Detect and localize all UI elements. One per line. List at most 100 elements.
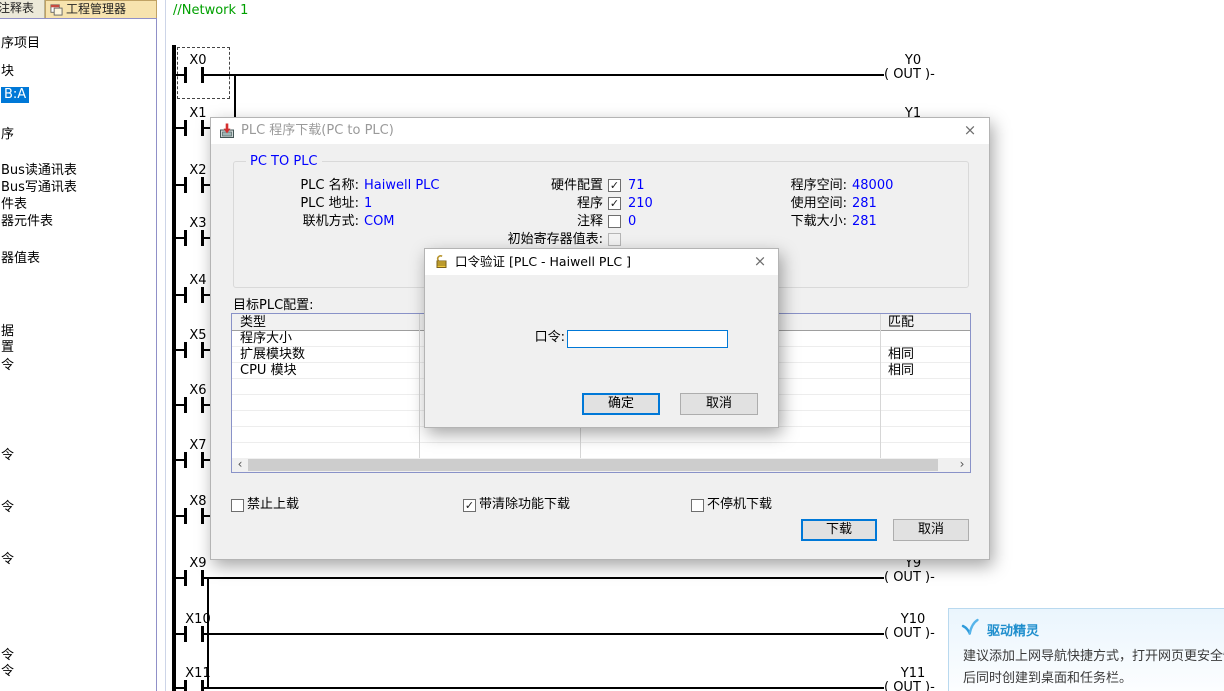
checkbox[interactable]: ✓	[608, 197, 621, 210]
scroll-right-icon[interactable]: ›	[955, 458, 969, 472]
sidebar-item[interactable]: 令	[1, 552, 14, 568]
field-label: PLC 地址:	[251, 196, 359, 212]
download-button[interactable]: 下载	[801, 519, 877, 541]
field-label: 程序	[451, 196, 603, 212]
sidebar-item[interactable]: 据	[1, 324, 14, 340]
rung-wire	[176, 687, 884, 689]
password-dialog-titlebar[interactable]: 口令验证 [PLC - Haiwell PLC ] ×	[425, 249, 778, 275]
ladder-contact[interactable]	[184, 67, 204, 83]
contact-label: X0	[176, 53, 220, 68]
coil-label: Y10	[884, 612, 942, 627]
output-coil[interactable]: ( OUT )-	[884, 680, 935, 691]
sidebar-item[interactable]: 令	[1, 664, 14, 680]
field-value: 281	[852, 196, 877, 212]
table-header-type: 类型	[240, 314, 266, 331]
field-value: 48000	[852, 178, 893, 194]
notification-popup[interactable]: 驱动精灵 建议添加上网导航快捷方式，打开网页更安全快 后同时创建到桌面和任务栏。	[948, 608, 1224, 691]
checkbox[interactable]	[608, 215, 621, 228]
ladder-contact[interactable]	[184, 120, 204, 136]
sidebar-item[interactable]: Bus写通讯表	[1, 180, 77, 196]
sidebar-item[interactable]: 件表	[1, 197, 27, 213]
table-row[interactable]	[232, 443, 970, 459]
ladder-contact[interactable]	[184, 680, 204, 691]
download-icon	[219, 123, 235, 139]
field-label: 程序空间:	[739, 178, 847, 194]
field-value: 0	[628, 214, 636, 230]
password-dialog-title: 口令验证 [PLC - Haiwell PLC ]	[455, 249, 631, 275]
tab-annotation-table[interactable]: 注释表	[0, 0, 45, 18]
rung-wire	[176, 633, 884, 635]
sidebar-item[interactable]: 令	[1, 648, 14, 664]
sidebar-item[interactable]: 令	[1, 448, 14, 464]
project-manager-icon	[50, 3, 63, 16]
output-coil[interactable]: ( OUT )-	[884, 570, 935, 586]
table-row[interactable]	[232, 427, 970, 443]
sidebar-item[interactable]: 块	[1, 64, 14, 80]
cancel-button[interactable]: 取消	[680, 393, 758, 415]
field-label: 硬件配置	[451, 178, 603, 194]
option-label: 带清除功能下载	[479, 497, 570, 513]
tab-bar: 注释表 工程管理器	[0, 0, 157, 18]
sidebar-item[interactable]: 令	[1, 358, 14, 374]
sidebar-item[interactable]: 器值表	[1, 251, 40, 267]
sidebar-item[interactable]: B:A	[1, 87, 29, 103]
password-dialog: 口令验证 [PLC - Haiwell PLC ] × 口令: 确定 取消	[424, 248, 779, 428]
ladder-contact[interactable]	[184, 287, 204, 303]
output-coil[interactable]: ( OUT )-	[884, 626, 935, 642]
table-header-match: 匹配	[888, 314, 914, 331]
scroll-thumb[interactable]	[248, 459, 938, 471]
cancel-button[interactable]: 取消	[893, 519, 969, 541]
scroll-left-icon[interactable]: ‹	[233, 458, 247, 472]
ladder-contact[interactable]	[184, 177, 204, 193]
ladder-contact[interactable]	[184, 508, 204, 524]
cell-type: 扩展模块数	[240, 347, 305, 363]
column-separator	[419, 314, 420, 458]
field-value: Haiwell PLC	[364, 178, 440, 194]
checkbox[interactable]	[608, 233, 621, 246]
project-tree: 序项目块B:A序Bus读通讯表Bus写通讯表件表器元件表器值表据置令令令令令令	[0, 18, 157, 691]
download-dialog-titlebar[interactable]: PLC 程序下载(PC to PLC) ×	[211, 118, 989, 144]
close-icon[interactable]: ×	[955, 118, 985, 144]
checkbox[interactable]	[231, 499, 244, 512]
checkbox[interactable]	[691, 499, 704, 512]
cell-type: CPU 模块	[240, 363, 297, 379]
ladder-contact[interactable]	[184, 626, 204, 642]
table-hscrollbar[interactable]: ‹ ›	[232, 458, 970, 472]
sidebar-item[interactable]: 器元件表	[1, 214, 53, 230]
ladder-contact[interactable]	[184, 397, 204, 413]
ladder-contact[interactable]	[184, 342, 204, 358]
sidebar-item[interactable]: 序项目	[1, 36, 40, 52]
checkbox[interactable]: ✓	[608, 179, 621, 192]
ladder-contact[interactable]	[184, 570, 204, 586]
close-icon[interactable]: ×	[745, 249, 775, 275]
tab-project-manager[interactable]: 工程管理器	[45, 0, 157, 18]
ok-button[interactable]: 确定	[582, 393, 660, 415]
option-label: 禁止上载	[247, 497, 299, 513]
output-coil[interactable]: ( OUT )-	[884, 67, 935, 83]
password-label: 口令:	[505, 330, 565, 346]
notification-text-line1: 建议添加上网导航快捷方式，打开网页更安全快	[963, 645, 1224, 664]
option-label: 不停机下载	[707, 497, 772, 513]
field-value: 281	[852, 214, 877, 230]
sidebar-item[interactable]: 令	[1, 500, 14, 516]
target-plc-config-label: 目标PLC配置:	[233, 294, 314, 313]
driver-genius-icon	[961, 618, 981, 638]
sidebar-item[interactable]: 序	[1, 127, 14, 143]
field-label: 初始寄存器值表:	[451, 232, 603, 248]
field-value: COM	[364, 214, 395, 230]
power-rail	[172, 45, 176, 691]
sidebar-item[interactable]: 置	[1, 340, 14, 356]
field-value: 210	[628, 196, 653, 212]
lock-icon	[433, 254, 449, 270]
ladder-contact[interactable]	[184, 230, 204, 246]
rung-wire	[176, 74, 884, 76]
coil-label: Y11	[884, 666, 942, 681]
tab-annotation-label: 注释表	[0, 0, 34, 17]
checkbox[interactable]: ✓	[463, 499, 476, 512]
contact-label: X10	[176, 612, 220, 627]
ladder-contact[interactable]	[184, 452, 204, 468]
password-input[interactable]	[567, 330, 728, 348]
coil-label: Y0	[884, 53, 942, 68]
sidebar-item[interactable]: Bus读通讯表	[1, 163, 77, 179]
pc-to-plc-group-label: PC TO PLC	[246, 154, 322, 169]
